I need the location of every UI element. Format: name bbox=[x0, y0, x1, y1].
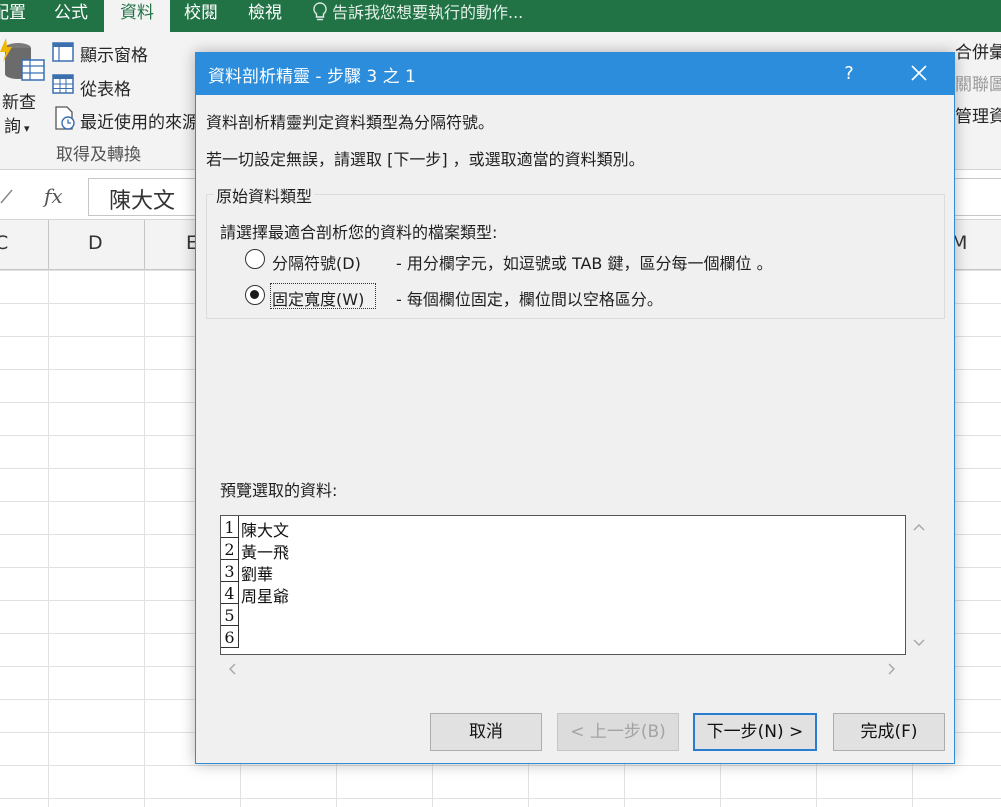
relationships-button[interactable]: 關聯圖 bbox=[955, 70, 1001, 95]
next-button[interactable]: 下一步(N) > bbox=[693, 713, 817, 751]
preview-row-number: 5 bbox=[221, 604, 239, 626]
cancel-button[interactable]: 取消 bbox=[430, 713, 542, 751]
column-header-c[interactable]: C bbox=[0, 232, 8, 254]
preview-row-number: 2 bbox=[221, 538, 239, 560]
recent-sources-icon[interactable] bbox=[54, 106, 76, 130]
tab-review[interactable]: 校閱 bbox=[184, 0, 218, 32]
check-icon[interactable] bbox=[0, 188, 14, 204]
preview-row-number: 6 bbox=[221, 626, 239, 648]
delimited-option-desc: - 用分欄字元，如逗號或 TAB 鍵，區分每一個欄位 。 bbox=[396, 254, 773, 273]
delimited-radio[interactable] bbox=[245, 249, 265, 269]
back-button[interactable]: < 上一步(B) bbox=[557, 713, 679, 751]
manage-data-model-button[interactable]: 管理資 bbox=[955, 102, 1001, 127]
from-table-button[interactable]: 從表格 bbox=[80, 75, 131, 100]
preview-row-number: 4 bbox=[221, 582, 239, 604]
preview-row-number: 1 bbox=[221, 516, 239, 538]
intro-text-2: 若一切設定無誤，請選取 [下一步] ，或選取適當的資料類別。 bbox=[206, 150, 645, 169]
insert-function-button[interactable]: fx bbox=[44, 184, 63, 208]
scroll-right-icon[interactable] bbox=[888, 663, 896, 675]
new-query-label-2[interactable]: 詢 ▾ bbox=[4, 112, 30, 137]
dialog-title: 資料剖析精靈 - 步驟 3 之 1 bbox=[208, 67, 416, 87]
data-preview-pane[interactable]: 1 陳大文 2 黃一飛 3 劉華 4 周星爺 5 6 bbox=[220, 515, 906, 655]
tell-me-text: 告訴我您想要執行的動作... bbox=[332, 3, 524, 22]
intro-text-1: 資料剖析精靈判定資料類型為分隔符號。 bbox=[206, 113, 495, 132]
fixed-width-radio[interactable] bbox=[245, 285, 265, 305]
preview-row: 6 bbox=[221, 626, 905, 648]
text-to-columns-wizard-dialog: 資料剖析精靈 - 步驟 3 之 1 ? 資料剖析精靈判定資料類型為分隔符號。 若… bbox=[195, 52, 955, 764]
chevron-down-icon: ▾ bbox=[24, 122, 30, 135]
close-icon[interactable] bbox=[896, 53, 942, 95]
group-prompt: 請選擇最適合剖析您的資料的檔案類型: bbox=[220, 223, 498, 242]
preview-horizontal-scrollbar[interactable] bbox=[220, 656, 906, 682]
new-query-icon[interactable] bbox=[0, 38, 46, 84]
group-label-get-transform: 取得及轉換 bbox=[56, 145, 141, 165]
recent-sources-button[interactable]: 最近使用的來源 bbox=[80, 108, 199, 133]
help-button[interactable]: ? bbox=[832, 53, 866, 95]
delimited-option-label[interactable]: 分隔符號(D) bbox=[272, 250, 361, 274]
preview-vertical-scrollbar[interactable] bbox=[906, 515, 932, 655]
tell-me-search[interactable]: 告訴我您想要執行的動作... bbox=[312, 0, 523, 28]
tab-page-layout[interactable]: 配置 bbox=[0, 0, 26, 32]
preview-row: 5 bbox=[221, 604, 905, 626]
show-queries-icon[interactable] bbox=[52, 42, 74, 62]
fixed-width-option-desc: - 每個欄位固定，欄位間以空格區分。 bbox=[396, 290, 663, 309]
ribbon-tab-bar: 配置 公式 資料 校閱 檢視 告訴我您想要執行的動作... bbox=[0, 0, 1001, 32]
preview-row: 3 劉華 bbox=[221, 560, 905, 584]
preview-row-number: 3 bbox=[221, 560, 239, 582]
preview-row: 2 黃一飛 bbox=[221, 538, 905, 562]
finish-button[interactable]: 完成(F) bbox=[833, 713, 945, 751]
fixed-width-option-label[interactable]: 固定寬度(W) bbox=[272, 286, 364, 310]
dialog-title-bar: 資料剖析精靈 - 步驟 3 之 1 ? bbox=[196, 53, 954, 95]
scroll-up-icon[interactable] bbox=[913, 523, 925, 531]
lightbulb-icon bbox=[313, 2, 327, 21]
new-query-label[interactable]: 新查 bbox=[2, 88, 36, 113]
scroll-left-icon[interactable] bbox=[228, 663, 236, 675]
preview-row: 4 周星爺 bbox=[221, 582, 905, 606]
from-table-icon[interactable] bbox=[52, 74, 74, 94]
scroll-down-icon[interactable] bbox=[913, 639, 925, 647]
group-title: 原始資料類型 bbox=[214, 183, 315, 207]
preview-label: 預覽選取的資料: bbox=[220, 481, 338, 500]
preview-rows: 1 陳大文 2 黃一飛 3 劉華 4 周星爺 5 6 bbox=[221, 516, 905, 648]
tab-view[interactable]: 檢視 bbox=[248, 0, 282, 32]
column-header-d[interactable]: D bbox=[88, 232, 103, 254]
formula-value: 陳大文 bbox=[109, 189, 176, 214]
show-queries-button[interactable]: 顯示窗格 bbox=[80, 41, 148, 66]
tab-data[interactable]: 資料 bbox=[104, 0, 170, 32]
tab-formulas[interactable]: 公式 bbox=[54, 0, 88, 32]
radio-selected-dot bbox=[250, 290, 259, 299]
preview-row: 1 陳大文 bbox=[221, 516, 905, 540]
consolidate-button[interactable]: 合併彙 bbox=[955, 38, 1001, 63]
